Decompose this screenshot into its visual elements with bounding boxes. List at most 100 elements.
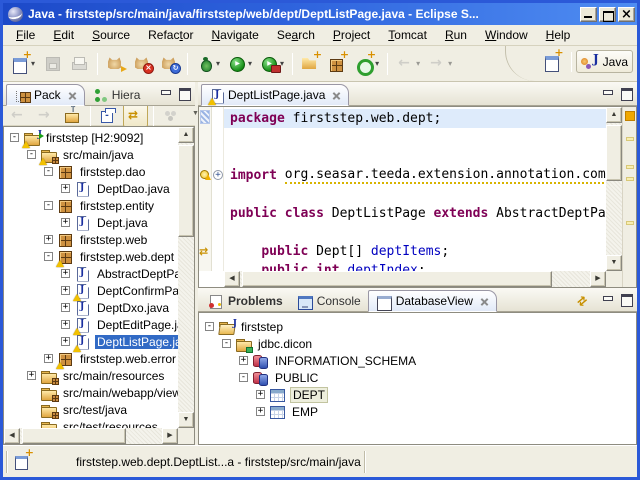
expander-icon[interactable]: + [61, 337, 70, 346]
close-icon[interactable] [68, 91, 77, 100]
close-icon[interactable] [332, 91, 341, 100]
tree-item-information-schema[interactable]: +INFORMATION_SCHEMA [199, 352, 636, 369]
scroll-down-button[interactable]: ▼ [606, 255, 622, 271]
code-line[interactable]: public Dept[] deptItems; [224, 242, 606, 261]
folding-ruler[interactable]: + [212, 107, 224, 271]
tree-item-deptlistpage-java[interactable]: +DeptListPage.java [4, 333, 178, 350]
tree-item-src-main-java[interactable]: -src/main/java [4, 146, 178, 163]
close-icon[interactable] [480, 297, 489, 306]
expander-icon[interactable]: + [61, 286, 70, 295]
expander-icon[interactable]: - [27, 150, 36, 159]
tab-problems[interactable]: Problems [201, 290, 290, 312]
code-line[interactable]: import org.seasar.teeda.extension.annota… [224, 166, 606, 185]
menu-help[interactable]: Help [537, 26, 580, 44]
scroll-down-button[interactable]: ▼ [178, 412, 194, 428]
close-button[interactable] [618, 7, 635, 22]
run-external-button[interactable]: ▾ [257, 52, 287, 75]
new-class-button[interactable]: ▾ [352, 52, 382, 75]
scroll-track[interactable] [178, 143, 194, 412]
tree-item-firststep-web-dept[interactable]: -firststep.web.dept [4, 248, 178, 265]
warning-mark[interactable] [626, 165, 634, 169]
scroll-right-button[interactable]: ▶ [590, 271, 606, 287]
new-java-project-button[interactable] [298, 52, 323, 75]
tree-item-src-test-java[interactable]: src/test/java [4, 401, 178, 418]
package-explorer-vscrollbar[interactable]: ▲ ▼ [178, 127, 194, 428]
tree-item-firststep-web[interactable]: +firststep.web [4, 231, 178, 248]
scroll-right-button[interactable]: ▶ [162, 428, 178, 444]
tree-item-public[interactable]: -PUBLIC [199, 369, 636, 386]
tree-item-firststep-web-error[interactable]: +firststep.web.error [4, 350, 178, 367]
new-package-button[interactable] [325, 52, 350, 75]
tab-hierarchy[interactable]: Hiera [85, 84, 148, 106]
warning-mark[interactable] [626, 137, 634, 141]
menu-run[interactable]: Run [436, 26, 476, 44]
maximize-button[interactable] [599, 7, 616, 22]
expander-icon[interactable]: - [10, 133, 19, 142]
tree-item-src-test-resources[interactable]: src/test/resources [4, 418, 178, 428]
code-line[interactable] [224, 185, 606, 204]
tomcat-restart-button[interactable] [157, 52, 182, 75]
editor-vscrollbar[interactable]: ▲ ▼ [606, 107, 622, 271]
scroll-up-button[interactable]: ▲ [606, 107, 622, 123]
scroll-thumb[interactable] [606, 125, 622, 181]
java-perspective-button[interactable]: Java [576, 50, 633, 73]
tree-item-jdbc-dicon[interactable]: -jdbc.dicon [199, 335, 636, 352]
minimize-view-icon[interactable] [601, 293, 614, 305]
annotation-ruler[interactable] [199, 107, 212, 271]
expander-icon[interactable]: + [61, 184, 70, 193]
expander-icon[interactable]: + [27, 371, 36, 380]
dropdown-arrow-icon[interactable]: ▾ [248, 59, 252, 68]
warning-mark[interactable] [626, 221, 634, 225]
new-wizard-button[interactable]: ▾ [8, 52, 38, 75]
warning-mark[interactable] [625, 111, 635, 121]
menu-search[interactable]: Search [268, 26, 324, 44]
code-line[interactable] [224, 223, 606, 242]
code-line[interactable]: public int deptIndex; [224, 261, 606, 271]
editor-hscrollbar[interactable]: ◀ ▶ [224, 271, 606, 287]
code-line[interactable] [224, 128, 606, 147]
expander-icon[interactable]: + [61, 320, 70, 329]
refresh-icon[interactable] [575, 293, 591, 307]
tree-item-dept-java[interactable]: +Dept.java [4, 214, 178, 231]
expander-icon[interactable]: - [205, 322, 214, 331]
scroll-thumb[interactable] [22, 428, 126, 444]
minimize-view-icon[interactable] [159, 87, 172, 99]
menu-refactor[interactable]: Refactor [139, 26, 202, 44]
menu-project[interactable]: Project [324, 26, 379, 44]
code-line[interactable] [224, 147, 606, 166]
tab-package-explorer[interactable]: Pack [6, 84, 85, 106]
tree-item-firststep-dao[interactable]: -firststep.dao [4, 163, 178, 180]
menu-tomcat[interactable]: Tomcat [379, 26, 436, 44]
menu-window[interactable]: Window [476, 26, 537, 44]
tree-item-emp[interactable]: +EMP [199, 403, 636, 420]
minimize-button[interactable] [580, 7, 597, 22]
scroll-track[interactable] [20, 428, 162, 444]
menu-navigate[interactable]: Navigate [202, 26, 267, 44]
tab-databaseview[interactable]: DatabaseView [368, 290, 497, 312]
tree-item-src-main-resources[interactable]: +src/main/resources [4, 367, 178, 384]
maximize-view-icon[interactable] [620, 87, 633, 99]
link-editor-button[interactable] [123, 104, 148, 127]
run-button[interactable]: ▾ [225, 52, 255, 75]
menu-source[interactable]: Source [83, 26, 139, 44]
scroll-up-button[interactable]: ▲ [178, 127, 194, 143]
minimize-view-icon[interactable] [601, 87, 614, 99]
fold-expand-icon[interactable]: + [213, 170, 223, 180]
overview-ruler[interactable] [622, 107, 636, 287]
tree-item-firststep-entity[interactable]: -firststep.entity [4, 197, 178, 214]
tree-item-deptdxo-java[interactable]: +DeptDxo.java [4, 299, 178, 316]
expander-icon[interactable]: + [256, 407, 265, 416]
fast-view-icon[interactable] [13, 453, 32, 470]
scroll-track[interactable] [606, 123, 622, 255]
expander-icon[interactable]: + [256, 390, 265, 399]
tree-item-firststep-h2-9092-[interactable]: -firststep [H2:9092] [4, 129, 178, 146]
tree-item-abstractdeptpage-java[interactable]: +AbstractDeptPage.java [4, 265, 178, 282]
titlebar[interactable]: Java - firststep/src/main/java/firststep… [3, 3, 637, 25]
expander-icon[interactable]: - [239, 373, 248, 382]
menu-file[interactable]: File [7, 26, 44, 44]
maximize-view-icon[interactable] [620, 293, 633, 305]
tree-item-dept[interactable]: +DEPT [199, 386, 636, 403]
tree-item-deptconfirmpage-java[interactable]: +DeptConfirmPage.java [4, 282, 178, 299]
tab-editor-deptlistpage[interactable]: DeptListPage.java [201, 84, 349, 106]
dropdown-arrow-icon[interactable]: ▾ [216, 59, 220, 68]
